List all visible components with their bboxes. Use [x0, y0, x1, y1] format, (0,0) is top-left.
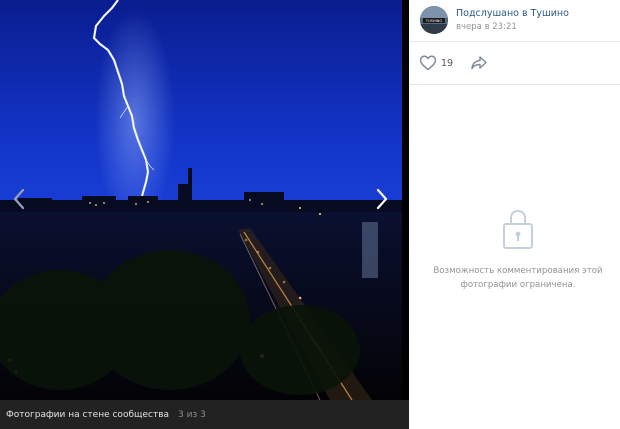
comments-restricted-line: фотографии ограничена. [460, 280, 576, 290]
svg-text:TUSHINO: TUSHINO [425, 19, 443, 23]
album-title-link[interactable]: Фотографии на стене сообщества [6, 410, 169, 420]
share-button[interactable] [470, 54, 488, 72]
next-photo-button[interactable] [371, 184, 393, 214]
author-link[interactable]: Подслушано в Тушино [456, 8, 569, 19]
photo-footer: Фотографии на стене сообщества 3 из 3 [0, 400, 409, 429]
comments-restricted-line: Возможность комментирования этой [433, 266, 603, 276]
post-actions: 19 [409, 42, 620, 85]
post-timestamp[interactable]: вчера в 23:21 [456, 22, 517, 32]
comments-restricted-message: Возможность комментирования этой фотогра… [409, 264, 620, 292]
like-button[interactable]: 19 [419, 54, 453, 72]
chevron-left-icon [13, 188, 25, 210]
photo-counter: 3 из 3 [178, 409, 206, 420]
heart-icon [419, 55, 437, 71]
share-arrow-icon [471, 56, 487, 70]
lightning-city-night-image [0, 0, 402, 400]
post-header: TUSHINO Подслушано в Тушино вчера в 23:2… [409, 0, 620, 42]
avatar[interactable]: TUSHINO [420, 6, 448, 34]
lock-icon [502, 208, 534, 252]
post-sidepanel: TUSHINO Подслушано в Тушино вчера в 23:2… [409, 0, 620, 429]
prev-photo-button[interactable] [8, 184, 30, 214]
chevron-right-icon [376, 188, 388, 210]
community-logo: TUSHINO [420, 6, 448, 34]
photo-viewer: Фотографии на стене сообщества 3 из 3 [0, 0, 409, 429]
like-count: 19 [441, 57, 454, 69]
photo[interactable] [0, 0, 402, 400]
